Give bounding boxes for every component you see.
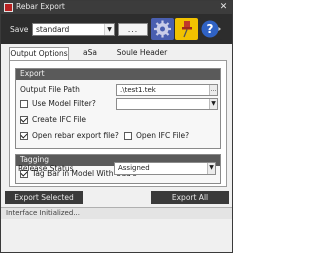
preset-value: standard [36,25,70,34]
chevron-down-icon[interactable]: ▼ [104,24,114,35]
release-status-value: Assigned [118,164,150,172]
release-status-label: Release Status [18,164,74,173]
settings-icon[interactable] [151,18,174,40]
release-status-select[interactable]: Assigned ▼ [114,162,216,175]
create-ifc-checkbox[interactable] [20,116,28,124]
browse-button[interactable]: ... [209,85,217,95]
open-rebar-export-label: Open rebar export file? [32,131,119,140]
export-group: Export Output File Path .\test1.tek ... … [15,68,221,149]
window-title: Rebar Export [16,2,65,11]
status-bar: Interface Initialized... [1,207,232,219]
app-icon [4,3,13,12]
preset-select[interactable]: standard ▼ [32,23,115,36]
output-path-value: .\test1.tek [120,86,156,94]
close-button[interactable]: ✕ [217,2,230,13]
save-button[interactable]: ... [118,23,148,36]
status-text: Interface Initialized... [6,209,80,217]
tab-soule-header[interactable]: Soule Header [113,47,171,60]
tab-output-options[interactable]: Output Options [9,47,69,61]
open-ifc-label: Open IFC File? [136,131,190,140]
use-model-filter-checkbox[interactable] [20,100,28,108]
output-path-field[interactable]: .\test1.tek ... [116,84,218,96]
create-ifc-label: Create IFC File [32,115,87,124]
toolbar: Save standard ▼ ... ? [1,14,232,44]
save-label: Save [10,25,29,34]
tab-strip: Output Options aSa Header Soule Header [9,47,227,69]
tab-asa-header[interactable]: aSa Header [71,47,109,69]
rebar-export-window: Rebar Export ✕ Save standard ▼ ... ? Out… [0,0,233,253]
export-selected-button[interactable]: Export Selected [5,191,83,204]
use-model-filter-label: Use Model Filter? [32,99,96,108]
svg-text:?: ? [207,22,214,36]
title-bar[interactable]: Rebar Export ✕ [1,1,232,14]
help-icon[interactable]: ? [199,18,222,40]
model-filter-select[interactable]: ▼ [116,98,218,110]
export-group-header: Export [16,69,220,80]
chevron-down-icon[interactable]: ▼ [209,99,217,109]
open-ifc-checkbox[interactable] [124,132,132,140]
open-rebar-export-checkbox[interactable] [20,132,28,140]
output-path-label: Output File Path [20,85,80,94]
chevron-down-icon[interactable]: ▼ [207,163,215,174]
pin-icon[interactable] [175,18,198,40]
export-all-button[interactable]: Export All [151,191,229,204]
